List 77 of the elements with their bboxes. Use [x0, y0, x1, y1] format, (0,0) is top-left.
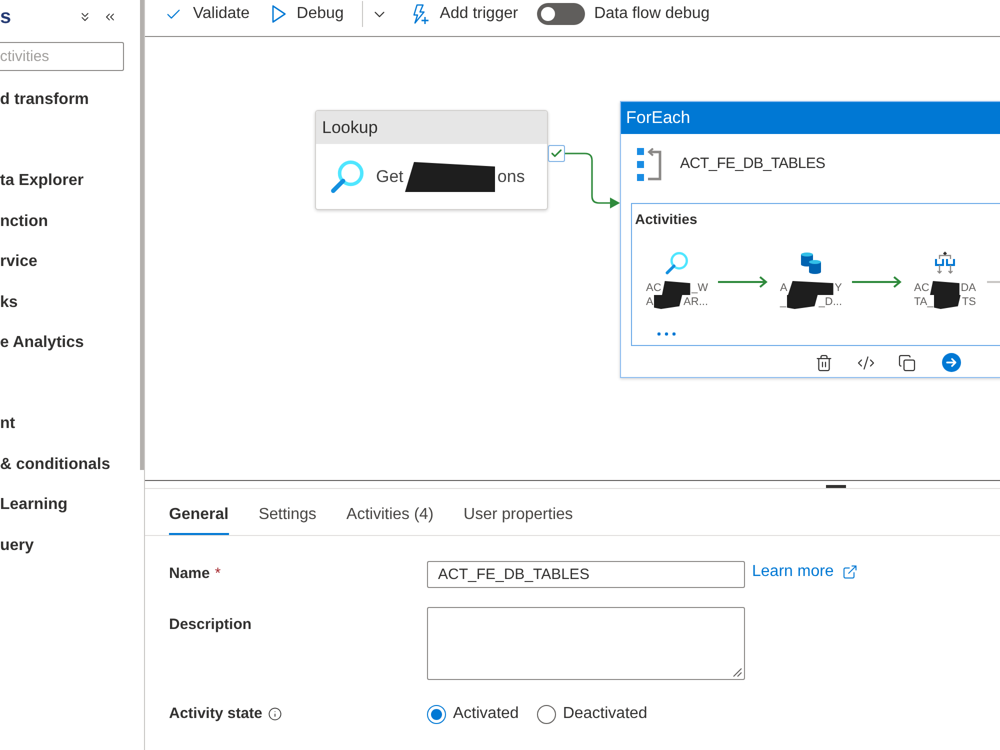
name-input[interactable]: ACT_FE_DB_TABLES: [427, 560, 745, 588]
category-item[interactable]: d transform: [0, 80, 140, 120]
radio-button[interactable]: [427, 704, 446, 724]
tab[interactable]: Settings: [258, 489, 316, 535]
more-icon[interactable]: [657, 332, 676, 336]
category-item[interactable]: ks: [0, 282, 140, 323]
scrollbar-thumb[interactable]: [140, 0, 144, 470]
redaction-mark: [934, 295, 961, 309]
category-item[interactable]: Learning: [0, 485, 140, 526]
redaction-mark: [662, 281, 690, 295]
activity-name: AC: [646, 281, 662, 295]
play-icon: [272, 5, 286, 23]
radio-button[interactable]: [536, 704, 556, 724]
check-icon[interactable]: [548, 145, 565, 162]
learn-more-link[interactable]: Learn more: [752, 560, 834, 584]
radio-label[interactable]: Activated: [453, 702, 519, 726]
category-item[interactable]: e Analytics: [0, 323, 140, 364]
toggle-label: Data flow debug: [594, 4, 710, 24]
activity-name: AR...: [684, 295, 708, 309]
toolbar-button[interactable]: Debug: [264, 0, 352, 28]
activity-name: _: [780, 295, 786, 309]
search-field[interactable]: ctivities: [0, 42, 124, 71]
resize-handle[interactable]: [826, 485, 846, 488]
external-link-icon[interactable]: [842, 564, 858, 580]
activity-name: Y: [834, 281, 842, 295]
toggle-switch[interactable]: [537, 3, 586, 25]
category-item[interactable]: nction: [0, 202, 140, 242]
activity-name: _W: [692, 281, 708, 295]
activity-name: TS: [962, 295, 976, 309]
toolbar-button[interactable]: Add trigger: [402, 0, 526, 28]
category-item[interactable]: ta Explorer: [0, 161, 140, 202]
sidebar-heading: s: [0, 5, 12, 29]
description-field[interactable]: [427, 607, 745, 680]
tab[interactable]: Activities (4): [346, 489, 434, 535]
connector-arrow: [565, 152, 620, 208]
foreach-node[interactable]: ForEach ACT_FE_DB_TABLES Activities AC _W A AR... A Y _ _D... AC DA TA_ TS: [620, 101, 1000, 378]
code-icon[interactable]: [857, 354, 875, 372]
toolbar-button[interactable]: Validate: [157, 0, 258, 28]
category-item[interactable]: & conditionals: [0, 444, 140, 485]
resize-grip-icon[interactable]: [733, 668, 742, 677]
tab[interactable]: User properties: [464, 489, 573, 535]
info-icon[interactable]: [268, 707, 282, 721]
category-item[interactable]: uery: [0, 526, 140, 566]
connector-line: [987, 281, 1000, 283]
activity-name: AC: [914, 281, 930, 295]
search-icon: [665, 251, 689, 275]
category-item[interactable]: nt: [0, 404, 140, 444]
connector-arrow: [718, 276, 768, 288]
required-mark: *: [214, 564, 221, 584]
field-label: Name: [169, 564, 210, 584]
redaction-mark: [654, 295, 683, 309]
loop-icon: [637, 148, 662, 180]
field-label: Description: [169, 615, 252, 635]
activity-node[interactable]: Lookup Get ons: [315, 110, 548, 210]
delete-icon[interactable]: [815, 354, 833, 372]
connector-arrow: [852, 276, 902, 288]
activity-name: A: [780, 281, 788, 295]
database-icon: [799, 251, 823, 275]
tab[interactable]: General: [169, 489, 229, 535]
activity-name: DA: [960, 281, 976, 295]
activity-name: ons: [497, 166, 525, 188]
activity-name: ACT_FE_DB_TABLES: [680, 154, 826, 174]
search-icon: [330, 159, 365, 194]
node-type-label: ForEach: [626, 107, 690, 130]
activity-name: TA_: [914, 295, 934, 309]
activity-name: A: [646, 295, 654, 309]
activity-name: _D...: [818, 295, 842, 309]
node-type-label: Lookup: [322, 116, 378, 139]
activity-name: Get: [376, 166, 404, 188]
redaction-mark: [930, 281, 960, 295]
category-item[interactable]: rvice: [0, 242, 140, 282]
field-label: Activity state: [169, 704, 262, 724]
arrow-circle-icon[interactable]: [942, 353, 961, 372]
copy-icon[interactable]: [898, 354, 916, 372]
branch-icon: [933, 251, 957, 275]
radio-label[interactable]: Deactivated: [562, 702, 648, 726]
container-heading: Activities: [635, 211, 698, 228]
